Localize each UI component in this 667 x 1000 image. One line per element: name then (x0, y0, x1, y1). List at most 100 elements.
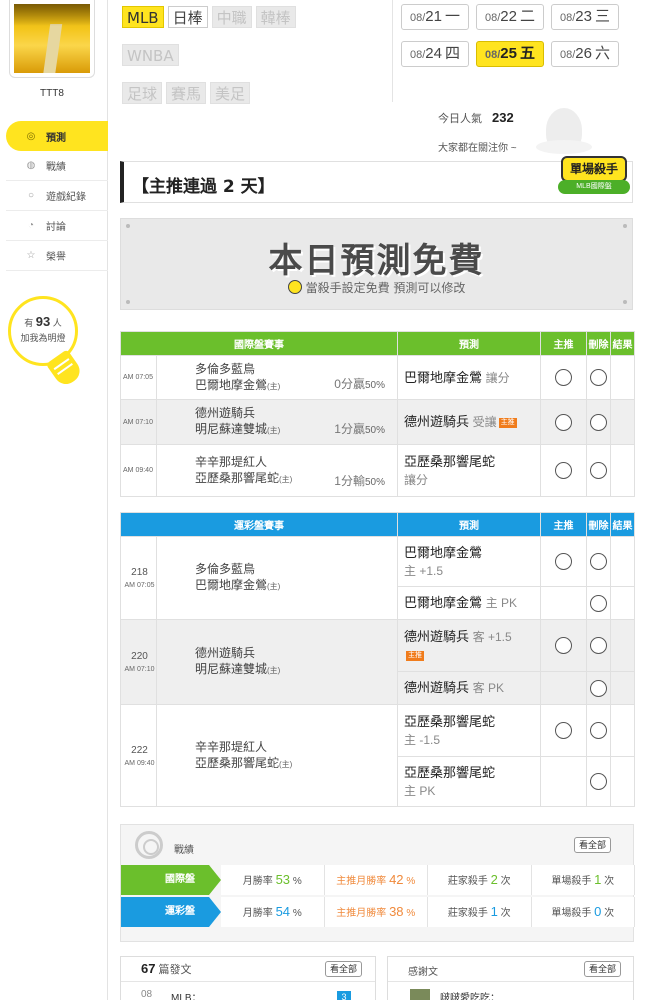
pred-team: 德州遊騎兵 (404, 680, 470, 695)
main-pick-radio[interactable] (555, 462, 572, 479)
sidebar-item-label: 榮譽 (46, 252, 66, 263)
table-row: AM 07:10 德州遊騎兵 明尼蘇達雙城(主) 1分贏50% 德州遊騎兵 受讓… (120, 399, 635, 445)
popularity-value: 232 (492, 110, 514, 125)
main-pick-tag: 主推 (406, 650, 424, 661)
table-row: 222 AM 09:40 辛辛那堤紅人 亞歷桑那響尾蛇(主) 亞歷桑那響尾蛇主 -… (120, 704, 635, 807)
fan-cta: 加我為明燈 (20, 333, 66, 343)
league-horse[interactable]: 賽馬 (166, 82, 207, 104)
delete-radio[interactable] (590, 679, 607, 697)
date-0826[interactable]: 08/26 六 (551, 41, 619, 67)
column-header: 國際盤賽事 (120, 331, 398, 356)
stats-icon: ◍ (26, 160, 36, 171)
bolt-icon (623, 300, 627, 304)
delete-radio[interactable] (590, 722, 607, 739)
posts-see-all-button[interactable]: 看全部 (325, 961, 363, 977)
sidebar-item-label: 戰績 (46, 162, 66, 173)
delete-radio[interactable] (590, 462, 607, 479)
league-mlb[interactable]: MLB (122, 6, 164, 28)
league-nfl[interactable]: 美足 (210, 82, 251, 104)
stats-panel: 戰績 看全部 國際盤 月勝率 53 % 主推月勝率 42 % 莊家殺手 2 次 … (120, 824, 635, 942)
column-header: 預測 (397, 331, 541, 356)
odds: 1分贏50% (334, 422, 385, 436)
post-day: 08 (141, 989, 153, 1000)
sidebar-item-label: 討論 (46, 222, 66, 233)
sidebar-item-label: 遊戲紀錄 (46, 192, 86, 203)
result-cell (610, 444, 635, 497)
dealer-killer-count: 1 (490, 904, 498, 919)
single-killer-count: 0 (594, 904, 602, 919)
delete-radio[interactable] (590, 773, 607, 790)
post-count: 67 (141, 961, 156, 976)
streak-headline: 【主推連過 2 天】 單場殺手 MLB國際盤 (120, 156, 633, 203)
game-time: AM 09:40 (124, 759, 155, 767)
sidebar-item-discuss[interactable]: ◔ 討論 (6, 211, 108, 241)
result-cell (610, 355, 635, 400)
column-header: 運彩盤賽事 (120, 512, 398, 537)
username[interactable]: TTT8 (0, 88, 104, 99)
single-killer-badge: 單場殺手 MLB國際盤 (558, 156, 630, 202)
result-cell (610, 704, 635, 757)
date-0823[interactable]: 08/23 三 (551, 4, 619, 30)
table-row: 218 AM 07:05 多倫多藍鳥 巴爾地摩金鶯(主) 巴爾地摩金鶯主 +1.5 (120, 536, 635, 620)
home-team: 巴爾地摩金鶯 (195, 377, 268, 392)
game-time: AM 09:40 (120, 444, 157, 497)
date-0824[interactable]: 08/24 四 (401, 41, 469, 67)
dealer-killer-count: 2 (490, 872, 498, 887)
sidebar-item-stats[interactable]: ◍ 戰績 (6, 151, 108, 181)
sidebar-item-records[interactable]: ○ 遊戲紀錄 (6, 181, 108, 211)
odds: 1分輸50% (334, 474, 385, 488)
thanks-user[interactable]: 啵啵愛吃吃： (440, 989, 500, 1000)
post-badge: 3 (337, 991, 351, 1000)
pred-team: 巴爾地摩金鶯 (404, 369, 483, 385)
home-team: 明尼蘇達雙城 (195, 422, 268, 436)
popularity-label: 今日人氣 (438, 113, 482, 125)
date-0825[interactable]: 08/25 五 (476, 41, 544, 67)
delete-radio[interactable] (590, 553, 607, 570)
target-icon: ◎ (26, 130, 36, 142)
league-soccer[interactable]: 足球 (122, 82, 163, 104)
avatar[interactable] (9, 0, 95, 78)
away-team: 多倫多藍鳥 (195, 361, 256, 376)
intl-prediction-table: 國際盤賽事 預測 主推 刪除 結果 AM 07:05 多倫多藍鳥 巴爾地摩金鶯(… (120, 331, 635, 497)
home-team: 亞歷桑那響尾蛇 (195, 470, 280, 485)
delete-radio[interactable] (590, 637, 607, 654)
thanks-avatar[interactable] (410, 989, 430, 1000)
main-pick-radio[interactable] (555, 369, 572, 386)
result-cell (610, 671, 635, 705)
thanks-see-all-button[interactable]: 看全部 (584, 961, 622, 977)
game-number: 220 (131, 651, 148, 662)
league-cpbl[interactable]: 中職 (211, 6, 252, 28)
league-wnba[interactable]: WNBA (122, 44, 179, 66)
result-cell (610, 536, 635, 587)
main-pick-radio[interactable] (555, 637, 572, 654)
main-pick-radio[interactable] (555, 553, 572, 570)
result-cell (610, 619, 635, 672)
honor-icon: ☆ (26, 250, 36, 261)
sidebar-item-predict[interactable]: ◎ 預測 (6, 121, 117, 151)
sidebar-nav: ◎ 預測 ◍ 戰績 ○ 遊戲紀錄 ◔ 討論 ☆ 榮譽 (6, 121, 117, 271)
free-banner-sub: 當殺手設定免費 預測可以修改 (305, 281, 466, 295)
fan-count: 93 (35, 314, 51, 329)
delete-radio[interactable] (590, 413, 607, 431)
delete-radio[interactable] (590, 594, 607, 612)
date-0822[interactable]: 08/22 二 (476, 4, 544, 30)
pred-team: 亞歷桑那響尾蛇 (404, 713, 496, 729)
sidebar-item-honor[interactable]: ☆ 榮譽 (6, 241, 108, 271)
table-row: AM 07:05 多倫多藍鳥 巴爾地摩金鶯(主) 0分贏50% 巴爾地摩金鶯 讓… (120, 355, 635, 400)
pred-detail: 客 +1.5 (472, 629, 512, 644)
popularity: 今日人氣 232 (438, 110, 514, 126)
bolt-icon (623, 224, 627, 228)
pred-type: 讓分 (485, 370, 510, 385)
league-npb[interactable]: 日棒 (167, 6, 208, 28)
main-pick-radio[interactable] (555, 722, 572, 739)
lottery-prediction-table: 運彩盤賽事 預測 主推 刪除 結果 218 AM 07:05 多倫多藍鳥 巴爾地摩… (120, 512, 635, 807)
main-pick-radio[interactable] (555, 413, 572, 431)
league-selector: MLB 日棒 中職 韓棒 WNBA 足球 賽馬 美足 (122, 6, 382, 120)
stats-title: 戰績 (174, 845, 194, 856)
delete-radio[interactable] (590, 369, 607, 386)
stats-row-label: 運彩盤 (121, 897, 221, 927)
stats-see-all-button[interactable]: 看全部 (574, 837, 612, 853)
date-0821[interactable]: 08/21 一 (401, 4, 469, 30)
league-kbo[interactable]: 韓棒 (255, 6, 296, 28)
post-title[interactable]: MLB： (171, 989, 202, 1000)
